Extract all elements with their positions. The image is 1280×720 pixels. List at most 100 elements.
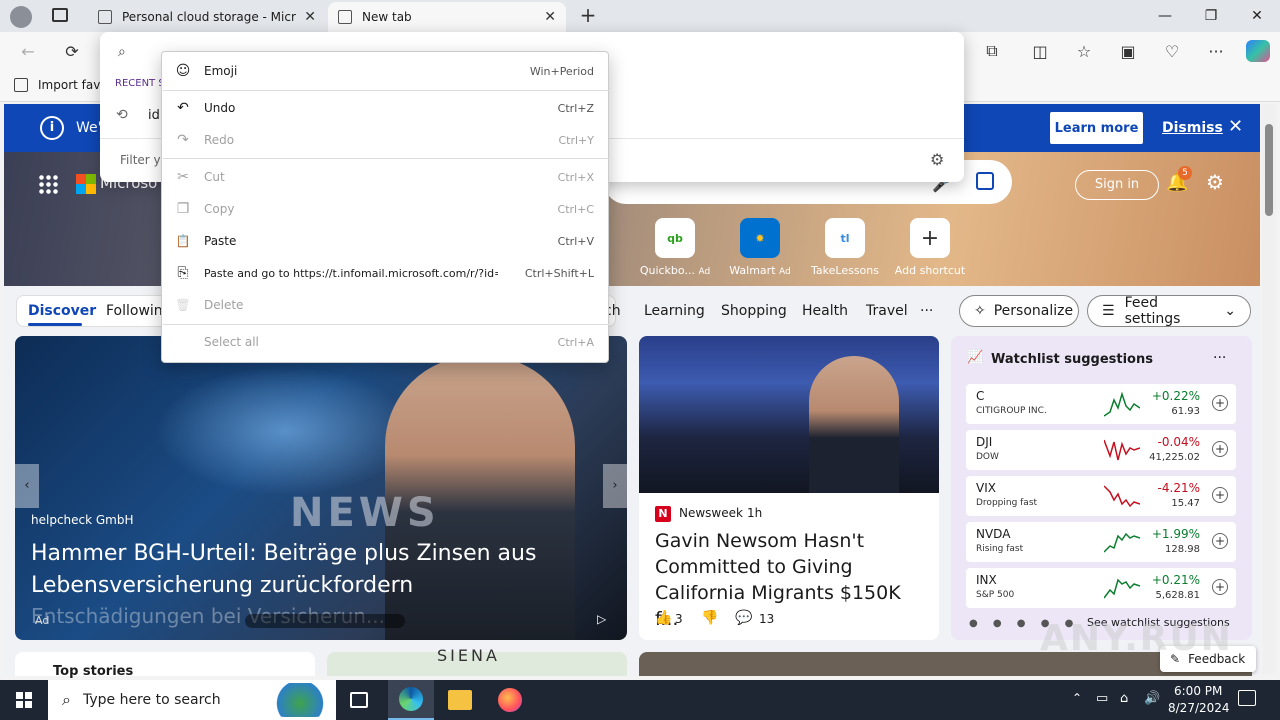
quick-link-takelessons[interactable]: tl TakeLessons [805,218,885,277]
close-icon[interactable]: ✕ [304,9,316,25]
import-favorites-link[interactable]: Import favo [38,78,108,92]
more-options-icon[interactable]: ··· [1213,350,1226,366]
tab-actions-icon[interactable] [52,8,68,22]
tab-travel[interactable]: Travel [866,303,908,319]
favorites-icon[interactable]: ☆ [1068,35,1100,67]
profile-icon[interactable] [10,6,32,28]
comment-icon[interactable]: 💬 [735,610,752,626]
apps-launcher-icon[interactable] [38,174,58,194]
close-banner-icon[interactable]: ✕ [1228,116,1243,137]
thumbs-up-icon[interactable]: 👍 [655,610,672,626]
watch-row-dji[interactable]: DJI DOW -0.04% 41,225.02 + [966,430,1236,470]
quick-link-label: Walmart [729,264,776,277]
feed-settings-button[interactable]: ☰ Feed settings ⌄ [1087,295,1251,327]
refresh-icon[interactable]: ⟳ [56,35,88,67]
network-icon[interactable]: ▭ [1096,691,1108,706]
back-icon[interactable]: ← [12,35,44,67]
watch-row-c[interactable]: C CITIGROUP INC. +0.22% 61.93 + [966,384,1236,424]
menu-item-undo[interactable]: ↶ Undo Ctrl+Z [162,93,608,123]
menu-item-redo[interactable]: ↷ Redo Ctrl+Y [162,125,608,155]
split-screen-icon[interactable]: ◫ [1024,35,1056,67]
siena-text: SIENA [437,646,500,665]
story-headline[interactable]: Hammer BGH-Urteil: Beiträge plus Zinsen … [31,538,571,602]
new-tab-button[interactable]: + [576,4,600,28]
play-icon[interactable]: ▷ [597,612,606,626]
wifi-icon[interactable]: ⌂ [1120,691,1128,706]
menu-item-select-all[interactable]: Select all Ctrl+A [162,327,608,357]
news-headline[interactable]: Gavin Newsom Hasn't Committed to Giving … [655,528,927,632]
browser-essentials-icon[interactable]: ♡ [1156,35,1188,67]
extensions-icon[interactable]: ⧉ [976,35,1008,67]
stock-change: -4.21% [1157,481,1200,495]
collections-icon[interactable]: ▣ [1112,35,1144,67]
learn-more-button[interactable]: Learn more [1050,112,1143,144]
notifications-icon[interactable] [1238,690,1256,706]
menu-item-cut[interactable]: ✂ Cut Ctrl+X [162,162,608,192]
main-story-card[interactable]: NEWS ‹ › helpcheck GmbH Hammer BGH-Urtei… [15,336,627,640]
carousel-prev-button[interactable]: ‹ [15,464,39,508]
add-to-watchlist-icon[interactable]: + [1212,487,1228,503]
carousel-dots[interactable] [245,614,405,628]
watch-row-vix[interactable]: VIX Dropping fast -4.21% 15.47 + [966,476,1236,516]
menu-item-label: Copy [204,202,235,216]
tab-new-tab[interactable]: New tab ✕ [328,2,566,32]
clock-date[interactable]: 8/27/2024 [1168,701,1230,715]
more-tabs-icon[interactable]: ··· [920,303,933,319]
add-to-watchlist-icon[interactable]: + [1212,441,1228,457]
tab-health[interactable]: Health [802,303,848,319]
tab-learning[interactable]: Learning [644,303,705,319]
dismiss-link[interactable]: Dismiss [1162,120,1223,136]
add-to-watchlist-icon[interactable]: + [1212,533,1228,549]
tab-discover[interactable]: Discover [28,303,96,319]
stock-name: Rising fast [976,544,1024,554]
start-button[interactable] [0,680,48,720]
settings-gear-icon[interactable]: ⚙ [930,150,944,169]
quick-link-walmart[interactable]: ✸ Walmart Ad [720,218,800,277]
filter-input[interactable]: Filter y [120,153,161,167]
menu-shortcut: Ctrl+C [557,202,594,216]
menu-item-paste[interactable]: 📋 Paste Ctrl+V [162,226,608,256]
task-view-icon[interactable] [350,692,368,708]
history-icon: ⟲ [116,107,128,123]
taskbar-search-box[interactable]: ⌕ Type here to search [48,680,336,720]
edge-taskbar-button[interactable] [388,680,434,720]
menu-item-copy[interactable]: ❐ Copy Ctrl+C [162,194,608,224]
show-hidden-icons-icon[interactable]: ⌃ [1072,691,1082,705]
volume-icon[interactable]: 🔊 [1144,691,1160,706]
page-scrollbar[interactable] [1262,104,1276,674]
history-item[interactable]: id [148,108,160,123]
top-stories-card[interactable]: Top stories [15,652,315,679]
carousel-next-button[interactable]: › [603,464,627,508]
news-story-card[interactable]: N Newsweek 1h Gavin Newsom Hasn't Commit… [639,336,939,640]
clock-time[interactable]: 6:00 PM [1174,684,1222,698]
more-menu-icon[interactable]: ··· [1200,35,1232,67]
menu-item-paste-and-go[interactable]: ⎘ Paste and go to https://t.infomail.mic… [162,258,608,288]
menu-item-label: Paste and go to https://t.infomail.micro… [204,266,498,280]
firefox-icon[interactable] [498,688,522,712]
menu-item-delete[interactable]: 🗑 Delete [162,290,608,320]
add-to-watchlist-icon[interactable]: + [1212,579,1228,595]
tab-shopping[interactable]: Shopping [721,303,787,319]
minimize-button[interactable]: — [1142,0,1188,32]
siena-card[interactable]: SIENA [327,646,627,676]
copilot-icon[interactable] [1246,40,1270,62]
add-shortcut-button[interactable]: + Add shortcut [890,218,970,277]
sparkline [1104,532,1140,553]
add-to-watchlist-icon[interactable]: + [1212,395,1228,411]
settings-gear-icon[interactable]: ⚙ [1206,170,1224,194]
close-window-button[interactable]: ✕ [1234,0,1280,32]
thumbs-down-icon[interactable]: 👎 [701,610,718,626]
visual-search-icon[interactable] [976,172,994,190]
quick-link-quickbooks[interactable]: qb Quickbo... Ad [635,218,715,277]
file-explorer-icon[interactable] [448,690,472,710]
close-icon[interactable]: ✕ [544,9,556,25]
sign-in-button[interactable]: Sign in [1075,170,1159,200]
maximize-button[interactable]: ❐ [1188,0,1234,32]
tab-label: New tab [362,10,412,24]
watch-row-inx[interactable]: INX S&P 500 +0.21% 5,628.81 + [966,568,1236,608]
tab-cloud-storage[interactable]: Personal cloud storage - Microsoft ✕ [88,2,326,32]
menu-item-emoji[interactable]: ☺ Emoji Win+Period [162,56,608,86]
personalize-button[interactable]: ✧ Personalize [959,295,1079,327]
watch-row-nvda[interactable]: NVDA Rising fast +1.99% 128.98 + [966,522,1236,562]
scrollbar-thumb[interactable] [1265,124,1273,216]
